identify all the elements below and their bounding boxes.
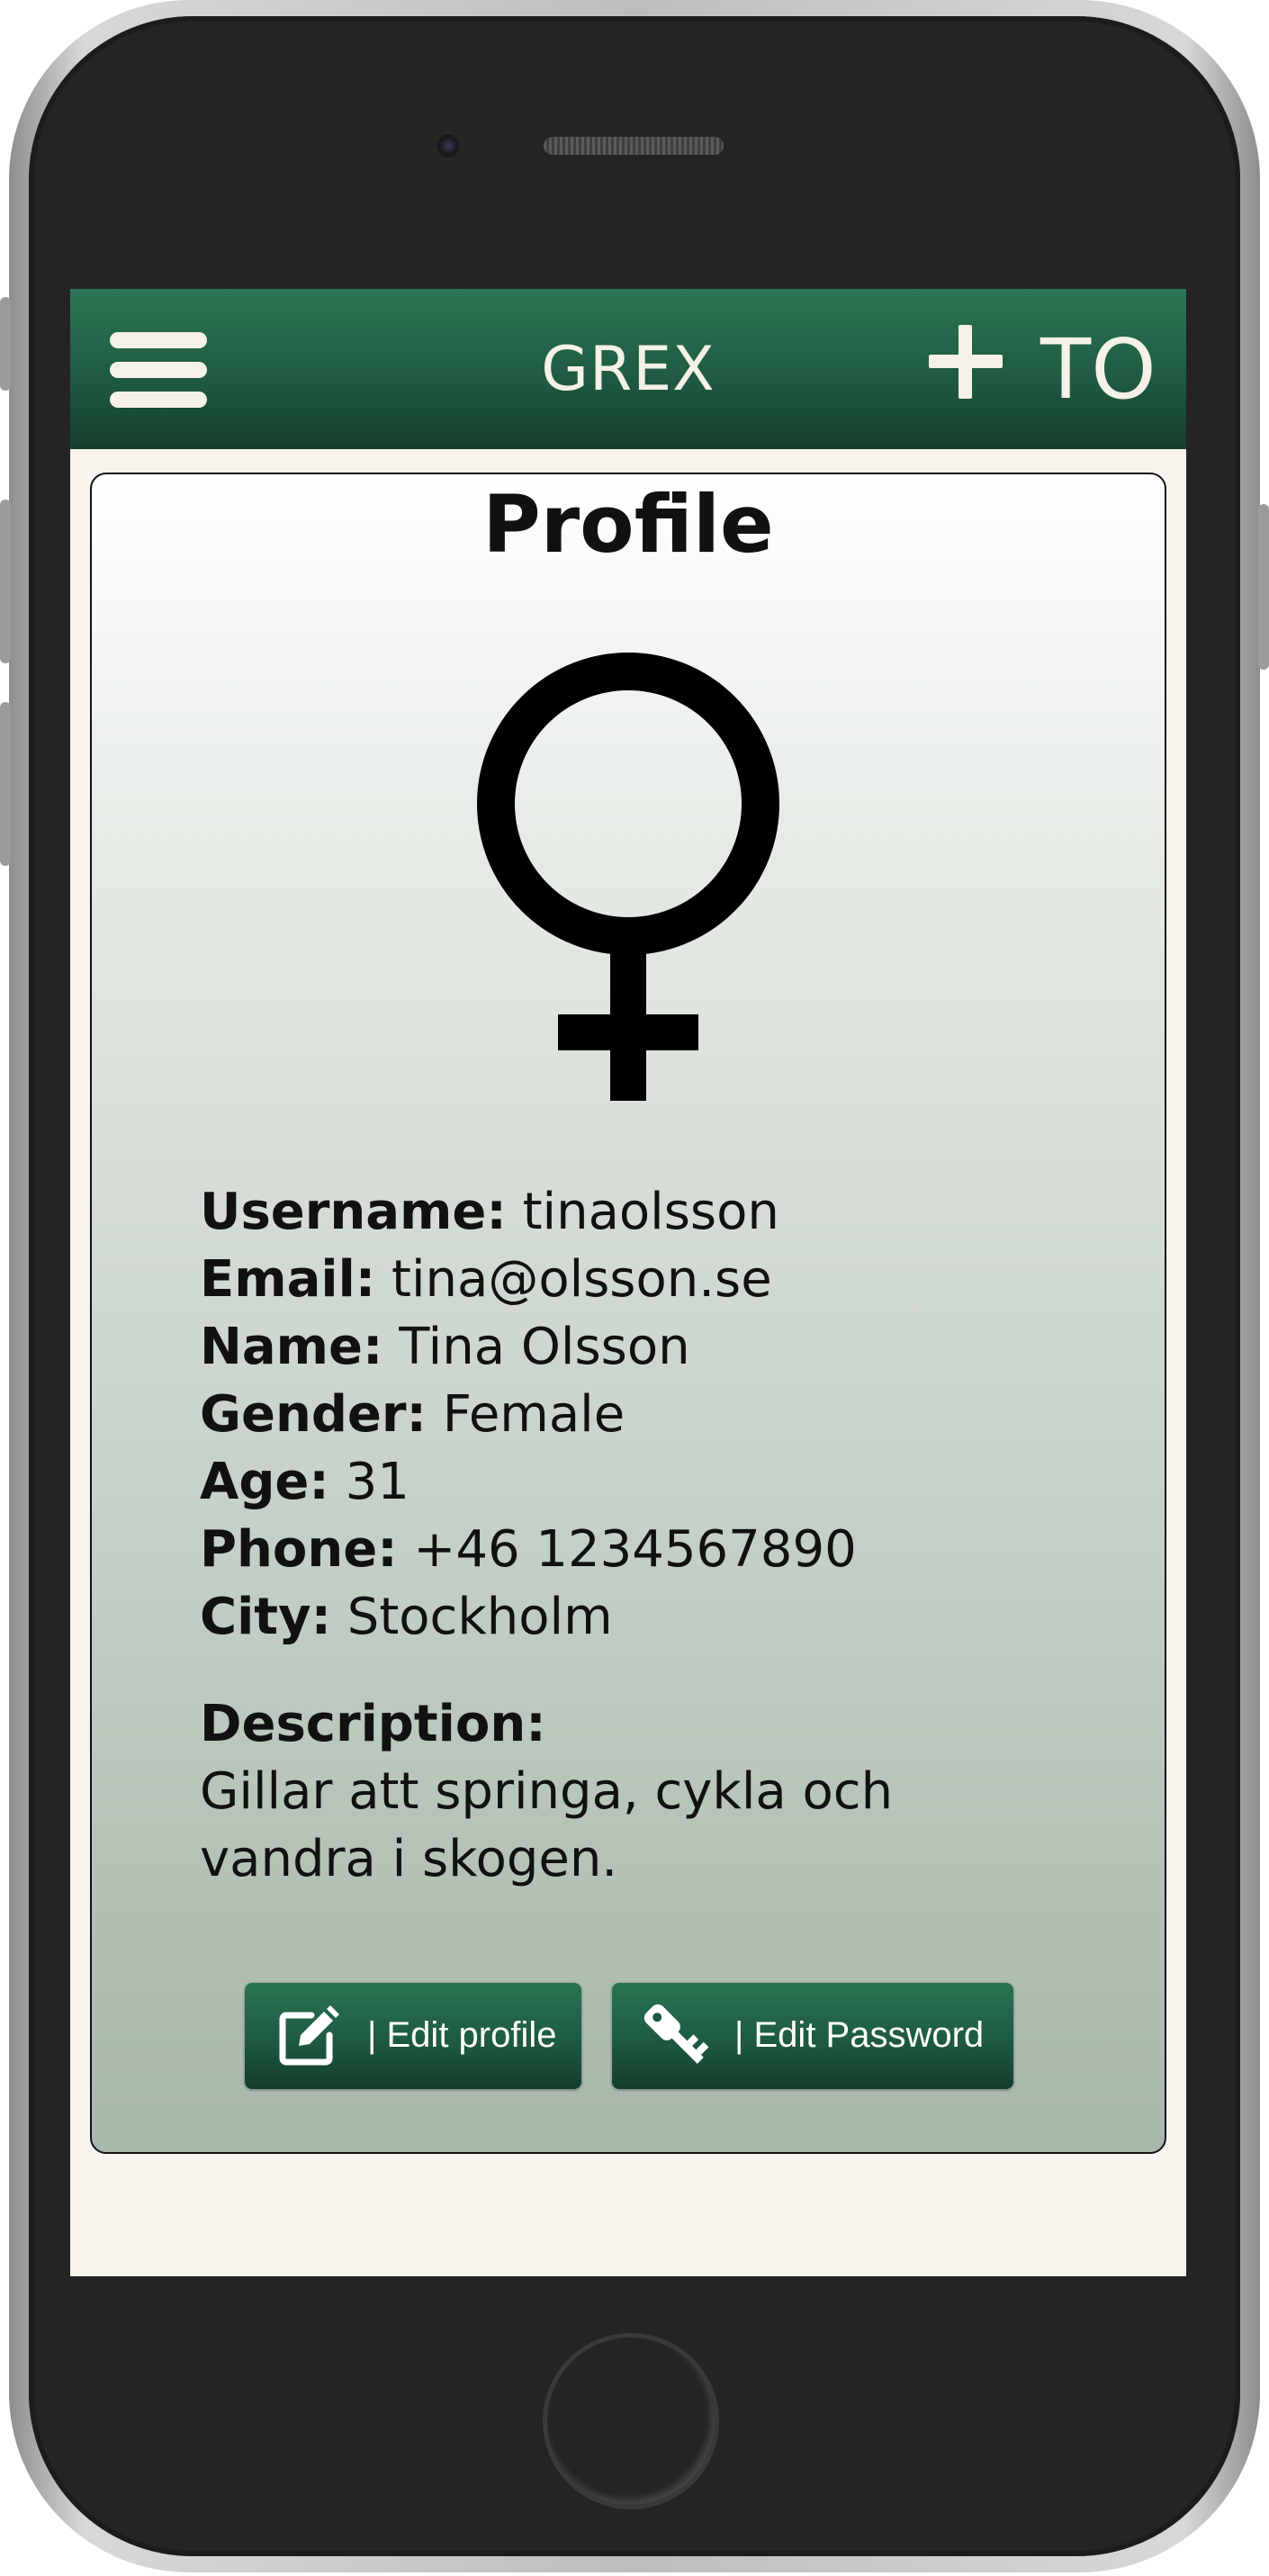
phone-row: Phone: +46 1234567890: [200, 1516, 1100, 1583]
profile-card: Profile Username: tinaolsson Email: tina…: [90, 473, 1166, 2154]
description-text: Gillar att springa, cykla och vandra i s…: [200, 1762, 894, 1888]
app-title: GREX: [541, 334, 716, 405]
edit-profile-label: | Edit profile: [367, 2015, 557, 2055]
home-button[interactable]: [543, 2333, 719, 2509]
field-label: Gender:: [200, 1385, 427, 1444]
female-symbol-icon: [477, 653, 779, 1101]
app-screen: GREX TO Profile Username: tinaolsson Ema…: [70, 289, 1186, 2276]
app-header: GREX TO: [70, 289, 1186, 449]
age-row: Age: 31: [200, 1448, 1100, 1516]
name-row: Name: Tina Olsson: [200, 1313, 1100, 1381]
field-label: City:: [200, 1588, 331, 1646]
profile-details: Username: tinaolsson Email: tina@olsson.…: [200, 1178, 1100, 1893]
field-value: tinaolsson: [506, 1183, 779, 1241]
front-camera: [434, 131, 463, 160]
field-value: +46 1234567890: [397, 1520, 857, 1579]
username-row: Username: tinaolsson: [200, 1178, 1100, 1246]
edit-profile-button[interactable]: | Edit profile: [245, 1983, 581, 2089]
edit-password-label: | Edit Password: [734, 2015, 985, 2055]
description-label: Description:: [200, 1695, 546, 1753]
key-icon: [644, 2004, 709, 2064]
volume-up-button: [0, 500, 11, 663]
earpiece-speaker: [544, 137, 724, 155]
field-label: Name:: [200, 1318, 383, 1376]
volume-down-button: [0, 702, 11, 866]
header-right-text[interactable]: TO: [1040, 321, 1156, 418]
field-value: 31: [328, 1453, 410, 1511]
field-value: Female: [426, 1385, 626, 1444]
email-row: Email: tina@olsson.se: [200, 1246, 1100, 1313]
field-label: Phone:: [200, 1520, 398, 1579]
city-row: City: Stockholm: [200, 1583, 1100, 1651]
field-label: Age:: [200, 1453, 329, 1511]
mute-switch: [0, 297, 11, 391]
field-label: Email:: [200, 1250, 376, 1309]
power-button: [1258, 504, 1269, 670]
description-section: Description: Gillar att springa, cykla o…: [200, 1690, 1100, 1893]
field-label: Username:: [200, 1183, 507, 1241]
edit-icon: [279, 2005, 339, 2066]
gender-row: Gender: Female: [200, 1381, 1100, 1448]
page-title: Profile: [482, 478, 774, 571]
field-value: Stockholm: [330, 1588, 613, 1646]
edit-password-button[interactable]: | Edit Password: [612, 1983, 1013, 2089]
plus-icon[interactable]: [929, 325, 1003, 399]
field-value: tina@olsson.se: [375, 1250, 772, 1309]
field-value: Tina Olsson: [382, 1318, 690, 1376]
